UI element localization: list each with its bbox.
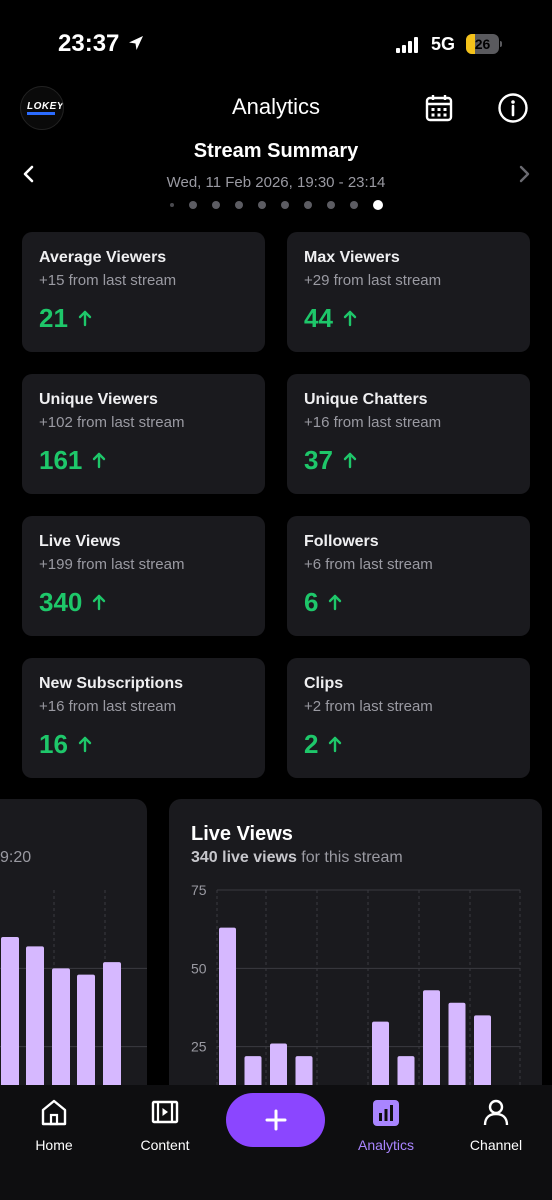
stat-card-value: 2 [304, 729, 319, 759]
tab-label: Analytics [357, 1137, 415, 1153]
pagination-dot[interactable] [349, 201, 358, 209]
pagination-dot[interactable] [303, 201, 312, 209]
stat-card[interactable]: Followers +6 from last stream 6 [287, 516, 530, 636]
user-icon [483, 1099, 509, 1126]
stat-card-title: Max Viewers [304, 249, 400, 266]
bottom-tab-bar: Home Content Analytics Channel [0, 1085, 552, 1200]
status-time: 23:37 [58, 30, 120, 57]
live-views-bar-chart: 25 50 75 [191, 882, 521, 1119]
previous-chart-plot [0, 890, 147, 1119]
analytics-icon [373, 1100, 399, 1126]
tab-content[interactable]: Content [115, 1095, 215, 1153]
stat-card-value: 16 [39, 729, 68, 759]
pagination-dots[interactable] [0, 199, 552, 211]
arrow-up-icon [343, 303, 357, 334]
y-tick-label: 75 [191, 882, 207, 898]
tab-label: Home [35, 1137, 73, 1153]
home-icon [41, 1099, 67, 1126]
stat-card-value: 6 [304, 587, 319, 617]
stat-card[interactable]: Unique Viewers +102 from last stream 161 [22, 374, 265, 494]
stat-card[interactable]: New Subscriptions +16 from last stream 16 [22, 658, 265, 778]
stat-card-title: Clips [304, 675, 344, 692]
arrow-up-icon [343, 445, 357, 476]
pagination-dot[interactable] [326, 201, 335, 209]
arrow-up-icon [328, 587, 342, 618]
stat-card-value-row: 21 [39, 303, 92, 334]
stat-card-change: +16 from last stream [304, 414, 442, 431]
stat-card-value-row: 340 [39, 587, 106, 618]
stat-card-change: +15 from last stream [39, 272, 177, 289]
pagination-dot[interactable] [280, 201, 289, 209]
chevron-right-icon [519, 165, 530, 183]
pagination-dot[interactable] [169, 203, 174, 207]
tab-home[interactable]: Home [4, 1095, 104, 1153]
pagination-dot[interactable] [234, 201, 243, 209]
y-tick-label: 50 [191, 960, 207, 976]
pagination-dot[interactable] [257, 201, 266, 209]
stat-card-change: +6 from last stream [304, 556, 433, 573]
stat-card[interactable]: Clips +2 from last stream 2 [287, 658, 530, 778]
create-button[interactable] [226, 1093, 325, 1147]
y-tick-label: 25 [191, 1039, 207, 1055]
stat-card-value-row: 2 [304, 729, 342, 760]
stat-card-change: +16 from last stream [39, 698, 177, 715]
stat-card-change: +102 from last stream [39, 414, 185, 431]
stat-card-title: Unique Chatters [304, 391, 428, 408]
stat-card-value-row: 16 [39, 729, 92, 760]
summary-date: Wed, 11 Feb 2026, 19:30 - 23:14 [166, 174, 386, 191]
summary-title: Stream Summary [193, 140, 359, 162]
stat-card[interactable]: Max Viewers +29 from last stream 44 [287, 232, 530, 352]
stat-card-title: Live Views [39, 533, 121, 550]
stat-card[interactable]: Unique Chatters +16 from last stream 37 [287, 374, 530, 494]
arrow-up-icon [328, 729, 342, 760]
page-title: Analytics [231, 94, 321, 119]
arrow-up-icon [78, 303, 92, 334]
calendar-button[interactable] [421, 90, 457, 126]
live-views-chart-card[interactable]: Live Views 340 live views for this strea… [169, 799, 542, 1119]
arrow-up-icon [92, 445, 106, 476]
pagination-dot-active[interactable] [372, 200, 383, 210]
stat-card-title: Average Viewers [39, 249, 167, 266]
stat-card-change: +2 from last stream [304, 698, 433, 715]
stat-card-value-row: 37 [304, 445, 357, 476]
cellular-signal-icon [396, 37, 422, 58]
arrow-up-icon [78, 729, 92, 760]
tab-analytics[interactable]: Analytics [336, 1095, 436, 1153]
stat-card-value-row: 6 [304, 587, 342, 618]
tab-channel[interactable]: Channel [446, 1095, 546, 1153]
next-stream-button[interactable] [512, 162, 536, 186]
network-type: 5G [431, 34, 456, 54]
stat-card-value: 340 [39, 587, 83, 617]
previous-chart-card[interactable]: 9:20 [0, 799, 147, 1119]
stat-card-value-row: 161 [39, 445, 106, 476]
stat-card[interactable]: Average Viewers +15 from last stream 21 [22, 232, 265, 352]
battery-icon: 26 [466, 34, 502, 54]
stat-card-title: Followers [304, 533, 379, 550]
tab-label: Content [140, 1137, 190, 1153]
plus-icon [265, 1109, 286, 1131]
battery-percent: 26 [474, 36, 491, 52]
info-button[interactable] [495, 90, 531, 126]
stat-card-change: +199 from last stream [39, 556, 185, 573]
pagination-dot[interactable] [188, 201, 197, 209]
stat-card-change: +29 from last stream [304, 272, 442, 289]
arrow-up-icon [92, 587, 106, 618]
stat-card-title: New Subscriptions [39, 675, 184, 692]
app-header: LOKEY Analytics [0, 80, 552, 136]
location-arrow-icon [127, 34, 145, 57]
pagination-dot[interactable] [211, 201, 220, 209]
calendar-icon [425, 95, 453, 122]
content-icon [151, 1100, 179, 1124]
stat-card-value: 161 [39, 445, 83, 475]
tab-label: Channel [469, 1137, 523, 1153]
stat-card-value: 37 [304, 445, 333, 475]
stat-card-value: 21 [39, 303, 68, 333]
status-bar: 23:37 5G 26 [0, 0, 552, 80]
info-icon [498, 93, 528, 123]
stat-card-value-row: 44 [304, 303, 357, 334]
stat-card-title: Unique Viewers [39, 391, 158, 408]
stat-card[interactable]: Live Views +199 from last stream 340 [22, 516, 265, 636]
stat-card-value: 44 [304, 303, 333, 333]
